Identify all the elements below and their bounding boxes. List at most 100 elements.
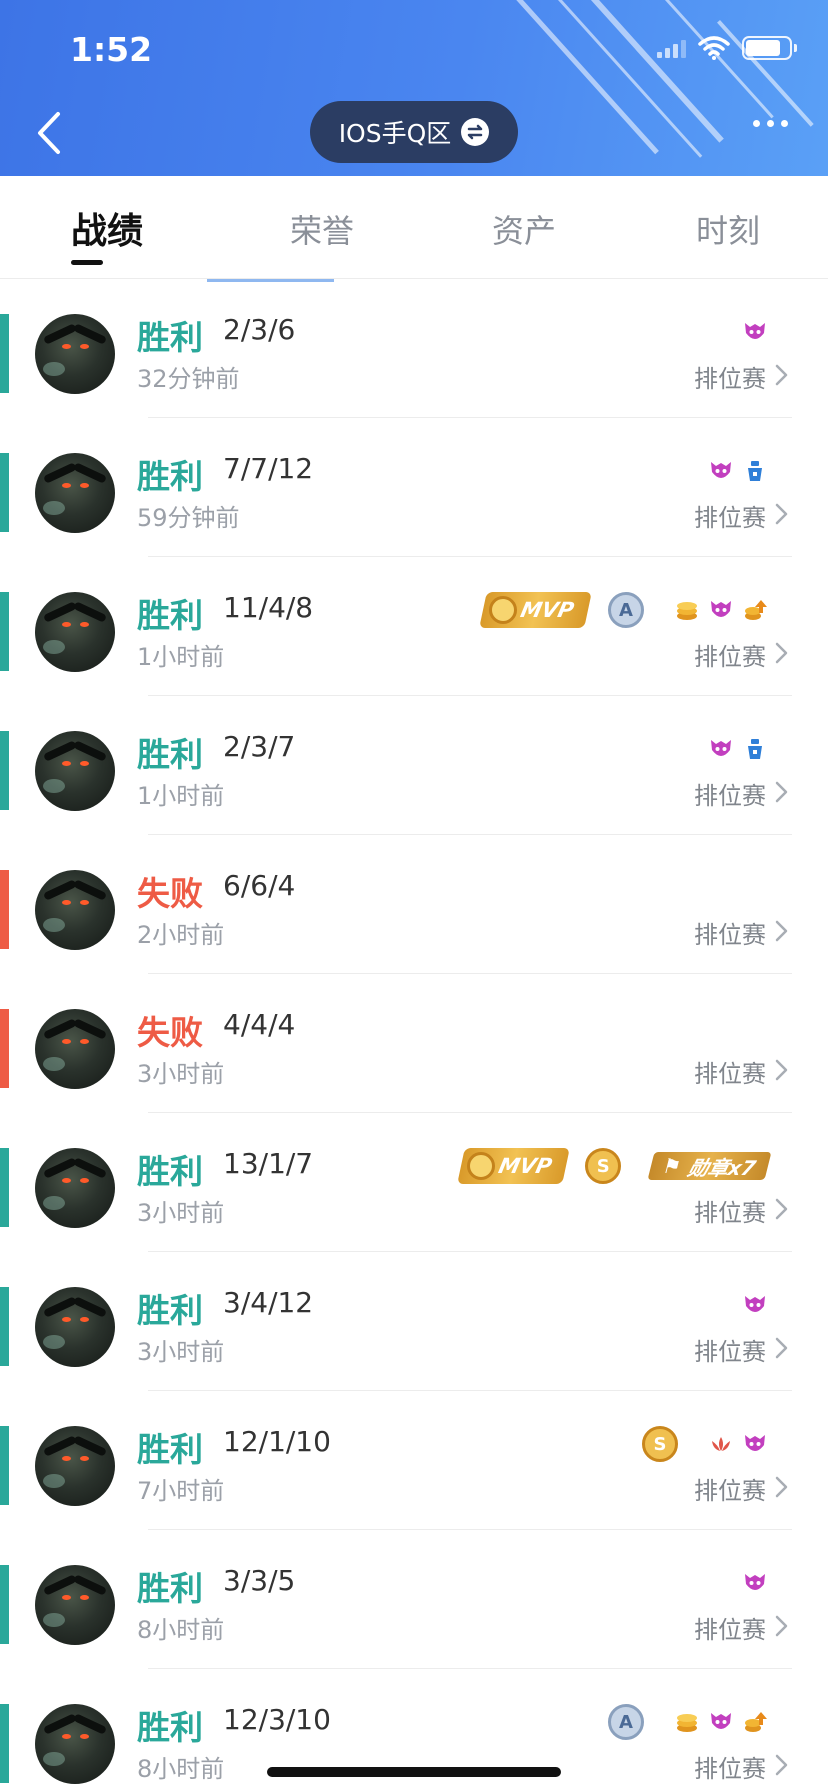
achievement-badges: MVP S ⚑ 勋章x7 bbox=[456, 1147, 772, 1185]
back-button[interactable] bbox=[30, 108, 70, 158]
region-label: IOS手Q区 bbox=[338, 119, 452, 148]
hero-avatar bbox=[35, 1148, 115, 1228]
demon-icon bbox=[708, 597, 734, 623]
match-mode[interactable]: 排位赛 bbox=[694, 1193, 766, 1228]
match-mode[interactable]: 排位赛 bbox=[694, 359, 766, 394]
more-icon bbox=[753, 120, 760, 127]
hero-avatar bbox=[35, 1426, 115, 1506]
match-mode[interactable]: 排位赛 bbox=[694, 1471, 766, 1506]
region-switch-button[interactable]: IOS手Q区 bbox=[310, 101, 518, 163]
grade-badge: A bbox=[608, 592, 644, 628]
chevron-left-icon bbox=[38, 112, 60, 154]
match-time: 3小时前 bbox=[137, 1060, 225, 1088]
tab-underline bbox=[71, 260, 103, 265]
match-row[interactable]: 胜利 12/1/10 7小时前 S 排位赛 bbox=[0, 1391, 828, 1530]
coins-icon bbox=[674, 1709, 700, 1735]
tab-bar: 战绩 荣誉 资产 时刻 bbox=[0, 176, 828, 279]
chevron-right-icon[interactable] bbox=[770, 1752, 792, 1778]
medal-label: 勋章x7 bbox=[685, 1155, 759, 1180]
match-mode[interactable]: 排位赛 bbox=[694, 498, 766, 533]
match-row[interactable]: 失败 6/6/4 2小时前 排位赛 bbox=[0, 835, 828, 974]
match-result: 胜利 bbox=[137, 457, 203, 496]
tab-moments[interactable]: 时刻 bbox=[696, 206, 760, 252]
achievement-badges: MVP A bbox=[479, 591, 768, 629]
tower-icon bbox=[742, 736, 768, 762]
result-indicator bbox=[0, 1287, 9, 1366]
match-row[interactable]: 胜利 2/3/7 1小时前 排位赛 bbox=[0, 696, 828, 835]
match-row[interactable]: 胜利 3/3/5 8小时前 排位赛 bbox=[0, 1530, 828, 1669]
kda-score: 12/3/10 bbox=[223, 1703, 331, 1736]
demon-icon bbox=[742, 1431, 768, 1457]
grade-badge: S bbox=[642, 1426, 678, 1462]
match-result: 胜利 bbox=[137, 318, 203, 357]
match-row[interactable]: 胜利 13/1/7 3小时前 MVP S ⚑ 勋章x7 排位赛 bbox=[0, 1113, 828, 1252]
match-mode[interactable]: 排位赛 bbox=[694, 637, 766, 672]
match-mode[interactable]: 排位赛 bbox=[694, 1749, 766, 1784]
tab-assets[interactable]: 资产 bbox=[492, 206, 556, 252]
coin-up-icon bbox=[742, 1709, 768, 1735]
match-mode[interactable]: 排位赛 bbox=[694, 915, 766, 950]
chevron-right-icon[interactable] bbox=[770, 1474, 792, 1500]
match-result: 胜利 bbox=[137, 596, 203, 635]
status-icons bbox=[657, 36, 797, 60]
wifi-icon bbox=[698, 36, 730, 60]
grade-badge: A bbox=[608, 1704, 644, 1740]
hero-avatar bbox=[35, 731, 115, 811]
result-indicator bbox=[0, 314, 9, 393]
chevron-right-icon[interactable] bbox=[770, 362, 792, 388]
kda-score: 7/7/12 bbox=[223, 452, 314, 485]
mvp-label: MVP bbox=[518, 598, 577, 622]
kda-score: 13/1/7 bbox=[223, 1147, 314, 1180]
match-time: 2小时前 bbox=[137, 921, 225, 949]
swap-icon bbox=[461, 118, 490, 146]
chevron-right-icon[interactable] bbox=[770, 640, 792, 666]
hero-avatar bbox=[35, 1704, 115, 1784]
result-indicator bbox=[0, 1009, 9, 1088]
battery-icon bbox=[742, 36, 797, 60]
mvp-coin-icon bbox=[489, 596, 518, 624]
kda-score: 6/6/4 bbox=[223, 869, 296, 902]
kda-score: 2/3/6 bbox=[223, 313, 296, 346]
match-row[interactable]: 胜利 2/3/6 32分钟前 排位赛 bbox=[0, 279, 828, 418]
mvp-badge: MVP bbox=[479, 592, 592, 628]
match-result: 胜利 bbox=[137, 735, 203, 774]
tab-honor[interactable]: 荣誉 bbox=[290, 206, 354, 252]
kda-score: 3/3/5 bbox=[223, 1564, 296, 1597]
chevron-right-icon[interactable] bbox=[770, 1613, 792, 1639]
result-indicator bbox=[0, 1704, 9, 1783]
match-time: 3小时前 bbox=[137, 1338, 225, 1366]
kda-score: 3/4/12 bbox=[223, 1286, 314, 1319]
match-row[interactable]: 胜利 11/4/8 1小时前 MVP A 排位赛 bbox=[0, 557, 828, 696]
match-mode[interactable]: 排位赛 bbox=[694, 1332, 766, 1367]
match-mode[interactable]: 排位赛 bbox=[694, 1054, 766, 1089]
match-time: 8小时前 bbox=[137, 1616, 225, 1644]
hero-avatar bbox=[35, 592, 115, 672]
app-header: 1:52 IOS手Q区 bbox=[0, 0, 828, 176]
more-button[interactable] bbox=[753, 120, 788, 127]
flag-icon: ⚑ bbox=[660, 1154, 685, 1178]
match-row[interactable]: 胜利 7/7/12 59分钟前 排位赛 bbox=[0, 418, 828, 557]
chevron-right-icon[interactable] bbox=[770, 1335, 792, 1361]
chevron-right-icon[interactable] bbox=[770, 501, 792, 527]
mvp-coin-icon bbox=[466, 1152, 495, 1180]
achievement-badges bbox=[742, 1564, 768, 1602]
match-mode[interactable]: 排位赛 bbox=[694, 1610, 766, 1645]
chevron-right-icon[interactable] bbox=[770, 1057, 792, 1083]
result-indicator bbox=[0, 1565, 9, 1644]
achievement-badges bbox=[742, 1286, 768, 1324]
match-time: 3小时前 bbox=[137, 1199, 225, 1227]
match-row[interactable]: 胜利 3/4/12 3小时前 排位赛 bbox=[0, 1252, 828, 1391]
hero-avatar bbox=[35, 1565, 115, 1645]
match-mode[interactable]: 排位赛 bbox=[694, 776, 766, 811]
match-row[interactable]: 失败 4/4/4 3小时前 排位赛 bbox=[0, 974, 828, 1113]
tab-record[interactable]: 战绩 bbox=[71, 202, 143, 254]
result-indicator bbox=[0, 870, 9, 949]
chevron-right-icon[interactable] bbox=[770, 1196, 792, 1222]
achievement-badges bbox=[742, 313, 768, 351]
chevron-right-icon[interactable] bbox=[770, 918, 792, 944]
match-result: 胜利 bbox=[137, 1569, 203, 1608]
chevron-right-icon[interactable] bbox=[770, 779, 792, 805]
lotus-icon bbox=[708, 1431, 734, 1457]
result-indicator bbox=[0, 1148, 9, 1227]
match-list: 胜利 2/3/6 32分钟前 排位赛 胜利 7/7/12 59分钟前 排位赛 胜… bbox=[0, 279, 828, 1792]
